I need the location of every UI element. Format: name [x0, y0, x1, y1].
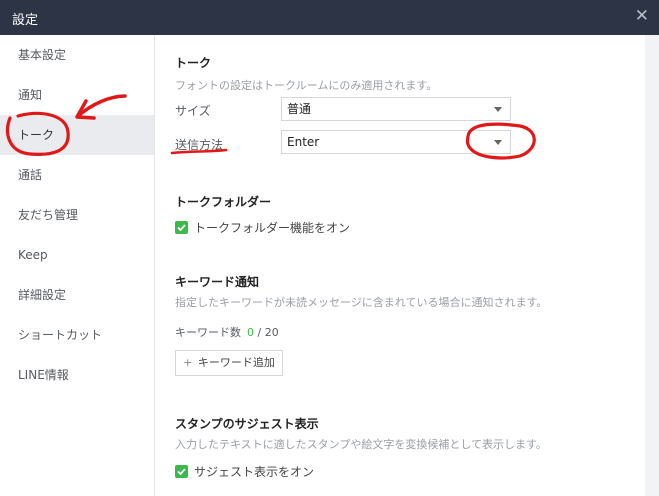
talk-description: フォントの設定はトークルームにのみ適用されます。	[175, 79, 438, 92]
checkbox-checked-icon[interactable]	[175, 221, 188, 234]
title-bar: 設定 ✕	[0, 0, 659, 35]
window-title: 設定	[12, 13, 39, 28]
stamp-description: 入力したテキストに適したスタンプや絵文字を変換候補として表示します。	[175, 438, 547, 451]
sidebar-item-shortcuts[interactable]: ショートカット	[0, 315, 154, 355]
keyword-section-title: キーワード通知	[175, 275, 260, 289]
settings-panel: トーク フォントの設定はトークルームにのみ適用されます。 サイズ 普通 送信方法…	[155, 35, 645, 496]
close-icon[interactable]: ✕	[635, 6, 649, 26]
plus-icon: +	[183, 356, 193, 369]
sidebar-item-talk[interactable]: トーク	[0, 115, 154, 155]
font-size-label: サイズ	[175, 104, 211, 118]
stamp-checkbox-label: サジェスト表示をオン	[194, 465, 315, 479]
send-method-select[interactable]: Enter	[281, 130, 511, 154]
sidebar-item-line-info[interactable]: LINE情報	[0, 355, 154, 395]
keyword-count-label: キーワード数	[175, 326, 241, 339]
checkbox-checked-icon[interactable]	[175, 465, 188, 478]
sidebar-item-calls[interactable]: 通話	[0, 155, 154, 195]
stamp-section-title: スタンプのサジェスト表示	[175, 417, 319, 431]
send-method-value: Enter	[287, 135, 320, 149]
sidebar-item-advanced[interactable]: 詳細設定	[0, 275, 154, 315]
sidebar-item-keep[interactable]: Keep	[0, 235, 154, 275]
keyword-count: キーワード数 0 / 20	[175, 324, 279, 340]
keyword-description: 指定したキーワードが未読メッセージに含まれている場合に通知されます。	[175, 296, 548, 309]
chevron-down-icon	[494, 107, 502, 112]
sidebar-item-general[interactable]: 基本設定	[0, 35, 154, 75]
talk-section-title: トーク	[175, 56, 212, 70]
stamp-checkbox-row[interactable]: サジェスト表示をオン	[175, 463, 314, 480]
font-size-value: 普通	[287, 102, 312, 116]
folder-section-title: トークフォルダー	[175, 195, 272, 209]
keyword-count-current: 0	[247, 326, 254, 339]
sidebar-item-friends[interactable]: 友だち管理	[0, 195, 154, 235]
chevron-down-icon	[494, 140, 502, 145]
font-size-select[interactable]: 普通	[281, 97, 511, 121]
folder-checkbox-row[interactable]: トークフォルダー機能をオン	[175, 219, 350, 236]
add-keyword-button[interactable]: + キーワード追加	[175, 350, 283, 376]
scrollbar-track[interactable]	[645, 35, 659, 496]
sidebar-item-notifications[interactable]: 通知	[0, 75, 154, 115]
keyword-count-total: / 20	[257, 326, 279, 339]
send-method-label: 送信方法	[175, 138, 224, 152]
sidebar: 基本設定 通知 トーク 通話 友だち管理 Keep 詳細設定 ショートカット L…	[0, 35, 155, 496]
folder-checkbox-label: トークフォルダー機能をオン	[194, 221, 351, 235]
add-keyword-label: キーワード追加	[197, 356, 275, 369]
